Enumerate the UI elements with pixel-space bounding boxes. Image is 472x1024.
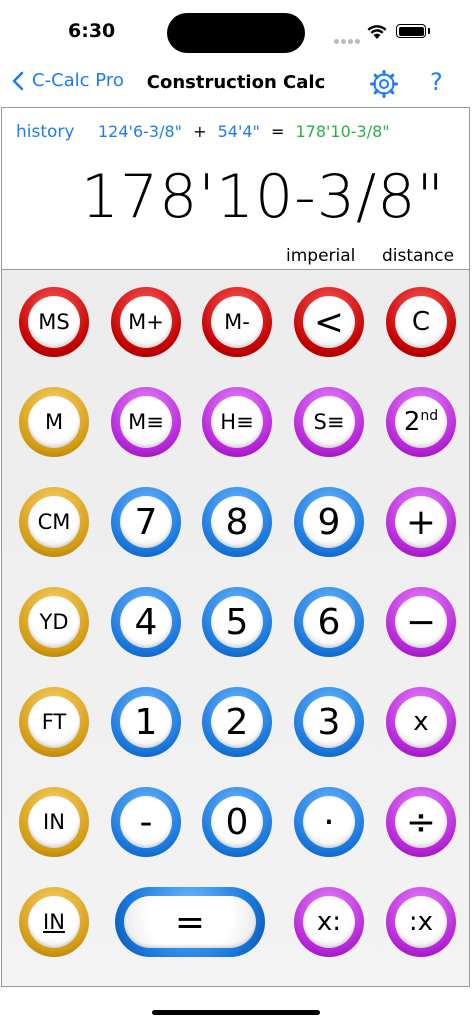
negate-button[interactable]: - bbox=[111, 787, 181, 857]
navigation-bar: C-Calc Pro Construction Calc ? bbox=[0, 60, 472, 106]
battery-icon bbox=[396, 24, 426, 38]
inch-fraction-button[interactable]: IN bbox=[19, 887, 89, 957]
memory-add-button[interactable]: M+ bbox=[111, 287, 181, 357]
memory-subtract-button[interactable]: M- bbox=[202, 287, 272, 357]
second-function-button[interactable]: 2nd bbox=[386, 387, 456, 457]
clear-button[interactable]: C bbox=[386, 287, 456, 357]
digit-8-button[interactable]: 8 bbox=[202, 487, 272, 557]
help-button[interactable]: ? bbox=[430, 68, 443, 96]
centimeter-button[interactable]: CM bbox=[19, 487, 89, 557]
yard-button[interactable]: YD bbox=[19, 587, 89, 657]
history-equals: = bbox=[270, 122, 285, 141]
minus-button[interactable]: − bbox=[386, 587, 456, 657]
history-operator: + bbox=[193, 122, 207, 141]
ratio-x-colon-button[interactable]: x: bbox=[294, 887, 364, 957]
digit-5-button[interactable]: 5 bbox=[202, 587, 272, 657]
unit-mode-label[interactable]: imperial bbox=[286, 246, 355, 266]
memory-store-button[interactable]: MS bbox=[19, 287, 89, 357]
history-expression: 124'6-3/8" + 54'4" = 178'10-3/8" bbox=[98, 122, 390, 141]
battery-tip bbox=[428, 28, 430, 34]
decimal-button[interactable]: · bbox=[294, 787, 364, 857]
home-indicator[interactable] bbox=[152, 1010, 320, 1015]
signal-icon bbox=[334, 29, 362, 48]
memory-list-button[interactable]: M≡ bbox=[111, 387, 181, 457]
digit-0-button[interactable]: 0 bbox=[202, 787, 272, 857]
keypad: MS M+ M- < C M M≡ H≡ S≡ 2nd CM 7 8 9 + Y… bbox=[1, 269, 470, 987]
plus-button[interactable]: + bbox=[386, 487, 456, 557]
wifi-icon bbox=[367, 25, 387, 39]
digit-9-button[interactable]: 9 bbox=[294, 487, 364, 557]
status-bar: 6:30 bbox=[0, 0, 472, 60]
feet-button[interactable]: FT bbox=[19, 687, 89, 757]
history-operand-2: 54'4" bbox=[217, 122, 260, 141]
saved-list-button[interactable]: S≡ bbox=[294, 387, 364, 457]
digit-7-button[interactable]: 7 bbox=[111, 487, 181, 557]
backspace-button[interactable]: < bbox=[294, 287, 364, 357]
gear-icon[interactable] bbox=[370, 70, 398, 98]
history-operand-1: 124'6-3/8" bbox=[98, 122, 182, 141]
digit-4-button[interactable]: 4 bbox=[111, 587, 181, 657]
dynamic-island bbox=[167, 13, 305, 53]
history-button[interactable]: history bbox=[16, 122, 74, 142]
clock: 6:30 bbox=[68, 20, 116, 42]
equals-button[interactable]: = bbox=[115, 887, 265, 957]
digit-3-button[interactable]: 3 bbox=[294, 687, 364, 757]
measure-type-label[interactable]: distance bbox=[382, 246, 454, 266]
digit-6-button[interactable]: 6 bbox=[294, 587, 364, 657]
inch-button[interactable]: IN bbox=[19, 787, 89, 857]
digit-1-button[interactable]: 1 bbox=[111, 687, 181, 757]
multiply-button[interactable]: x bbox=[386, 687, 456, 757]
ratio-colon-x-button[interactable]: :x bbox=[386, 887, 456, 957]
calculator-display: history 124'6-3/8" + 54'4" = 178'10-3/8"… bbox=[1, 107, 470, 269]
divide-button[interactable]: ÷ bbox=[386, 787, 456, 857]
history-result: 178'10-3/8" bbox=[295, 122, 390, 141]
main-display-value: 178'10-3/8" bbox=[80, 162, 445, 232]
memory-recall-button[interactable]: M bbox=[19, 387, 89, 457]
page-title: Construction Calc bbox=[146, 72, 326, 93]
history-list-button[interactable]: H≡ bbox=[202, 387, 272, 457]
digit-2-button[interactable]: 2 bbox=[202, 687, 272, 757]
